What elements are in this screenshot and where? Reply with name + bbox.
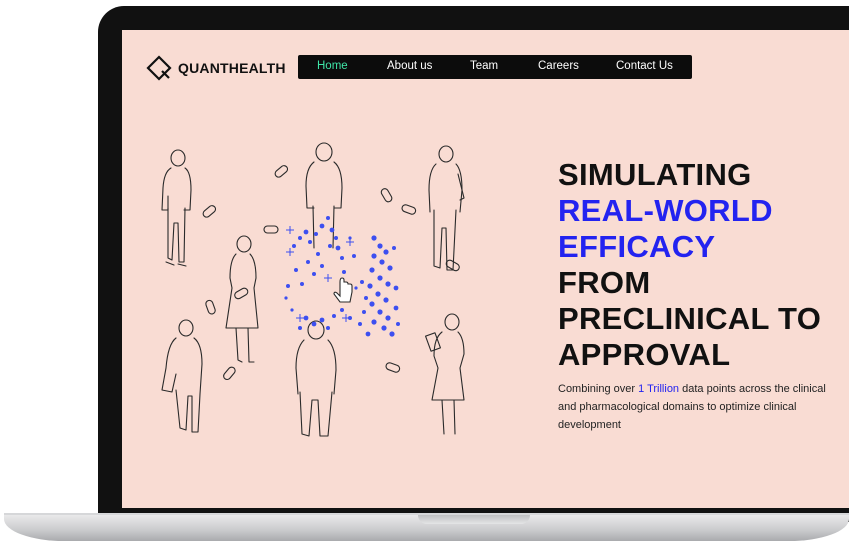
nav-contact-us[interactable]: Contact Us xyxy=(616,60,673,72)
subtext-highlight: 1 Trillion xyxy=(638,383,680,395)
data-points-cluster xyxy=(284,216,400,337)
brand-name: QUANTHEALTH xyxy=(178,60,286,76)
nav-about-us[interactable]: About us xyxy=(387,60,432,72)
subtext-part: Combining over xyxy=(558,383,639,395)
person-figure xyxy=(161,149,192,267)
pill-icons xyxy=(202,165,460,381)
plus-markers xyxy=(286,226,354,322)
person-figure xyxy=(428,145,465,271)
person-figure xyxy=(305,142,343,249)
nav-home[interactable]: Home xyxy=(317,60,348,72)
person-figure xyxy=(161,319,203,433)
headline-line: PRECLINICAL TO xyxy=(558,301,822,336)
laptop-notch xyxy=(418,515,530,524)
people-data-illustration xyxy=(161,142,465,437)
headline-line: SIMULATING xyxy=(558,157,752,192)
nav-careers[interactable]: Careers xyxy=(538,60,579,72)
brand-logo[interactable]: QUANTHEALTH xyxy=(146,55,286,81)
person-figure xyxy=(295,320,337,437)
hero-subtext: Combining over 1 Trillion data points ac… xyxy=(558,380,828,434)
headline-line-highlight: EFFICACY xyxy=(558,229,716,264)
hero-headline: SIMULATING REAL-WORLD EFFICACY FROM PREC… xyxy=(558,157,821,373)
headline-line: APPROVAL xyxy=(558,337,731,372)
headline-line-highlight: REAL-WORLD xyxy=(558,193,773,228)
person-figure xyxy=(225,235,259,363)
q-logo-icon xyxy=(146,55,172,81)
person-figure xyxy=(425,313,465,435)
nav-team[interactable]: Team xyxy=(470,60,498,72)
main-nav: Home About us Team Careers Contact Us xyxy=(298,55,692,79)
headline-line: FROM xyxy=(558,265,651,300)
hand-cursor-icon xyxy=(333,277,353,303)
